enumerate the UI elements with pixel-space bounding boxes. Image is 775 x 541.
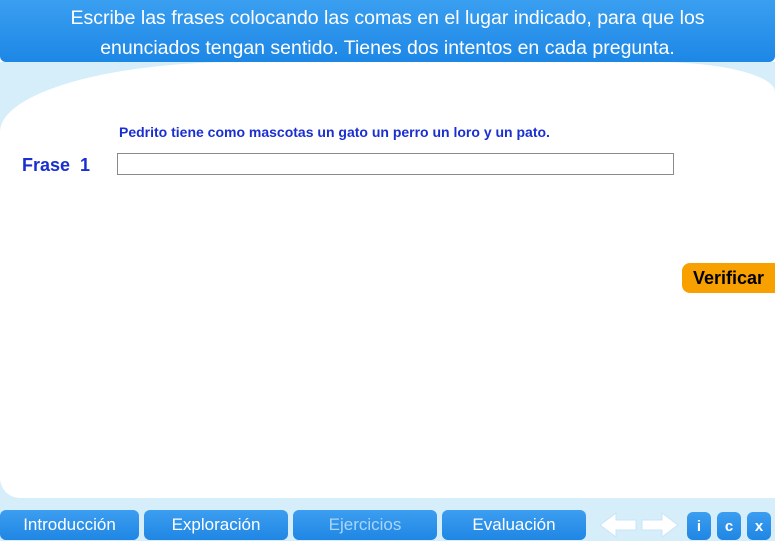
answer-input[interactable] <box>117 153 674 175</box>
instruction-header: Escribe las frases colocando las comas e… <box>0 0 775 62</box>
tab-evaluacion[interactable]: Evaluación <box>442 510 586 540</box>
instruction-line-1: Escribe las frases colocando las comas e… <box>70 7 705 29</box>
back-arrow-icon[interactable] <box>598 510 638 540</box>
tab-ejercicios[interactable]: Ejercicios <box>293 510 437 540</box>
verify-button[interactable]: Verificar <box>682 263 775 293</box>
sentence-prompt: Pedrito tiene como mascotas un gato un p… <box>119 124 550 140</box>
info-button[interactable]: i <box>687 512 711 540</box>
tab-introduccion[interactable]: Introducción <box>0 510 139 540</box>
close-button[interactable]: x <box>747 512 771 540</box>
credits-button[interactable]: c <box>717 512 741 540</box>
tab-exploracion[interactable]: Exploración <box>144 510 288 540</box>
sentence-label: Frase 1 <box>22 155 91 175</box>
instruction-line-2: enunciados tengan sentido. Tienes dos in… <box>100 37 675 59</box>
forward-arrow-icon[interactable] <box>640 510 680 540</box>
